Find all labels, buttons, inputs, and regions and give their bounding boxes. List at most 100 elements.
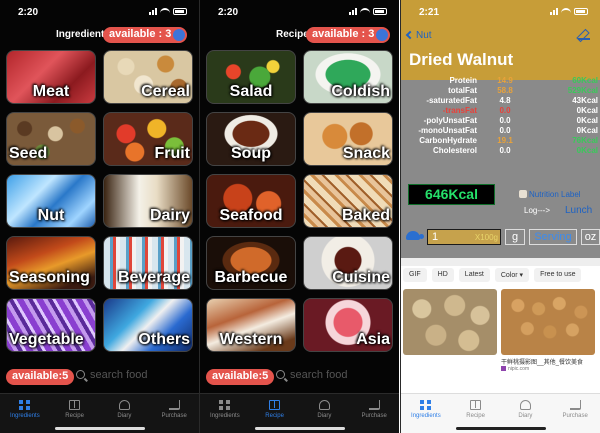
search-icon — [276, 370, 285, 379]
tab-ingredients[interactable]: Ingredients — [200, 394, 250, 433]
nutrient-label: -transFat — [442, 106, 477, 115]
nutrient-kcal: 0Kcal — [576, 106, 598, 115]
available-badge[interactable]: available : 3 — [306, 27, 391, 43]
nutrient-value: 0.0 — [499, 116, 511, 125]
recipe-tile-coldish[interactable]: Coldish — [303, 50, 393, 104]
filter-color[interactable]: Color ▾ — [494, 268, 530, 282]
book-icon — [69, 400, 81, 410]
screen-triptych: 2:20 Ingredients available : 3 Meat Cere… — [0, 0, 600, 433]
recipe-tile-asia[interactable]: Asia — [303, 298, 393, 352]
quantity-row: 1 X100g g Serving oz — [403, 229, 600, 245]
category-grid: Meat Cereal Seed Fruit Nut Dairy Seasoni… — [6, 50, 193, 352]
nutrient-kcal: 60Kcal — [572, 76, 598, 85]
grid-icon — [219, 400, 231, 410]
nutrient-row: -transFat 0.0 0Kcal — [401, 106, 600, 116]
unit-g-button[interactable]: g — [505, 229, 525, 245]
status-time: 2:20 — [218, 7, 239, 18]
category-tile-seed[interactable]: Seed — [6, 112, 96, 166]
category-tile-cereal[interactable]: Cereal — [103, 50, 193, 104]
filter-hd[interactable]: HD — [431, 268, 454, 282]
result-image-chickpeas[interactable] — [501, 289, 595, 355]
nutrient-label: -saturatedFat — [426, 96, 477, 105]
total-kcal-display: 646Kcal — [408, 184, 495, 205]
chevron-left-icon — [405, 30, 415, 40]
tab-purchase[interactable]: Purchase — [550, 394, 600, 433]
status-bar: 2:21 — [401, 0, 600, 22]
search-input[interactable]: search food — [276, 369, 347, 381]
available-count-badge[interactable]: available:5 — [206, 369, 275, 385]
filter-gif[interactable]: GIF — [403, 268, 427, 282]
filter-free-to-use[interactable]: Free to use — [534, 268, 582, 282]
nutrient-value: 14.9 — [497, 76, 513, 85]
nutrient-value: 0.0 — [499, 106, 511, 115]
available-badge[interactable]: available : 3 — [103, 27, 188, 43]
unit-oz-button[interactable]: oz — [581, 229, 600, 245]
result-caption: 干鲜桃摄影图__其他_餐饮美食 — [501, 360, 584, 366]
recipe-tile-snack[interactable]: Snack — [303, 112, 393, 166]
recipe-screen: 2:20 Recipe available : 3 Salad Coldish … — [200, 0, 399, 433]
home-indicator — [255, 427, 345, 430]
page-title: Recipe — [276, 29, 309, 40]
log-label: Log---> — [524, 206, 551, 215]
status-bar: 2:20 — [0, 0, 199, 22]
status-time: 2:21 — [419, 7, 440, 18]
category-tile-fruit[interactable]: Fruit — [103, 112, 193, 166]
info-dot-icon — [173, 29, 186, 41]
category-tile-seasoning[interactable]: Seasoning — [6, 236, 96, 290]
nutrient-label: -polyUnsatFat — [423, 116, 477, 125]
turtle-icon — [519, 400, 531, 410]
nutrient-label: Protein — [449, 76, 477, 85]
recipe-tile-soup[interactable]: Soup — [206, 112, 296, 166]
image-search-panel: GIF HD Latest Color ▾ Free to use 干鲜桃摄影图… — [401, 258, 600, 394]
recipe-tile-cuisine[interactable]: Cuisine — [303, 236, 393, 290]
nutrient-kcal: 0Kcal — [576, 126, 598, 135]
tab-ingredients[interactable]: Ingredients — [401, 394, 451, 433]
nutrient-row: Protein 14.9 60Kcal — [401, 76, 600, 86]
available-count-badge[interactable]: available:5 — [6, 369, 75, 385]
recipe-tile-salad[interactable]: Salad — [206, 50, 296, 104]
food-title: Dried Walnut — [409, 50, 514, 69]
recipe-tile-barbecue[interactable]: Barbecue — [206, 236, 296, 290]
tab-ingredients[interactable]: Ingredients — [0, 394, 50, 433]
nutrient-label: Cholesterol — [432, 146, 477, 155]
filter-latest[interactable]: Latest — [458, 268, 490, 282]
meal-select-lunch[interactable]: Lunch — [565, 205, 592, 216]
quantity-unit: X100g — [474, 233, 498, 242]
category-tile-vegetable[interactable]: Vegetable — [6, 298, 96, 352]
category-tile-meat[interactable]: Meat — [6, 50, 96, 104]
nutrient-label: totalFat — [448, 86, 477, 95]
unit-serving-button[interactable]: Serving — [529, 229, 577, 245]
status-time: 2:20 — [18, 7, 39, 18]
nutrition-label-link[interactable]: Nutrition Label — [519, 190, 581, 199]
nutrient-value: 0.0 — [499, 126, 511, 135]
category-tile-dairy[interactable]: Dairy — [103, 174, 193, 228]
search-input[interactable]: search food — [76, 369, 147, 381]
nutrient-row: CarbonHydrate 19.1 76Kcal — [401, 136, 600, 146]
nutrient-row: Cholesterol 0.0 0Kcal — [401, 146, 600, 156]
header: Recipe available : 3 — [200, 26, 399, 44]
recipe-tile-baked[interactable]: Baked — [303, 174, 393, 228]
edit-pencil-icon[interactable] — [578, 28, 590, 40]
recipe-grid: Salad Coldish Soup Snack Seafood Baked B… — [206, 50, 393, 352]
tab-purchase[interactable]: Purchase — [149, 394, 199, 433]
back-button[interactable]: Nut — [405, 30, 432, 41]
nutrient-row: -monoUnsatFat 0.0 0Kcal — [401, 126, 600, 136]
quantity-input[interactable]: 1 X100g — [427, 229, 501, 245]
category-tile-beverage[interactable]: Beverage — [103, 236, 193, 290]
tab-purchase[interactable]: Purchase — [349, 394, 399, 433]
recipe-tile-seafood[interactable]: Seafood — [206, 174, 296, 228]
result-source: nipic.com — [501, 366, 529, 372]
wifi-icon — [360, 8, 370, 15]
category-tile-nut[interactable]: Nut — [6, 174, 96, 228]
nutrient-value: 4.8 — [499, 96, 511, 105]
nutrient-row: -saturatedFat 4.8 43Kcal — [401, 96, 600, 106]
nutrient-label: CarbonHydrate — [419, 136, 477, 145]
category-tile-others[interactable]: Others — [103, 298, 193, 352]
cart-icon — [368, 400, 380, 410]
status-bar: 2:20 — [200, 0, 399, 22]
result-image-walnuts[interactable] — [403, 289, 497, 355]
home-indicator — [456, 427, 546, 430]
recipe-tile-western[interactable]: Western — [206, 298, 296, 352]
grid-icon — [420, 400, 432, 410]
turtle-icon — [318, 400, 330, 410]
